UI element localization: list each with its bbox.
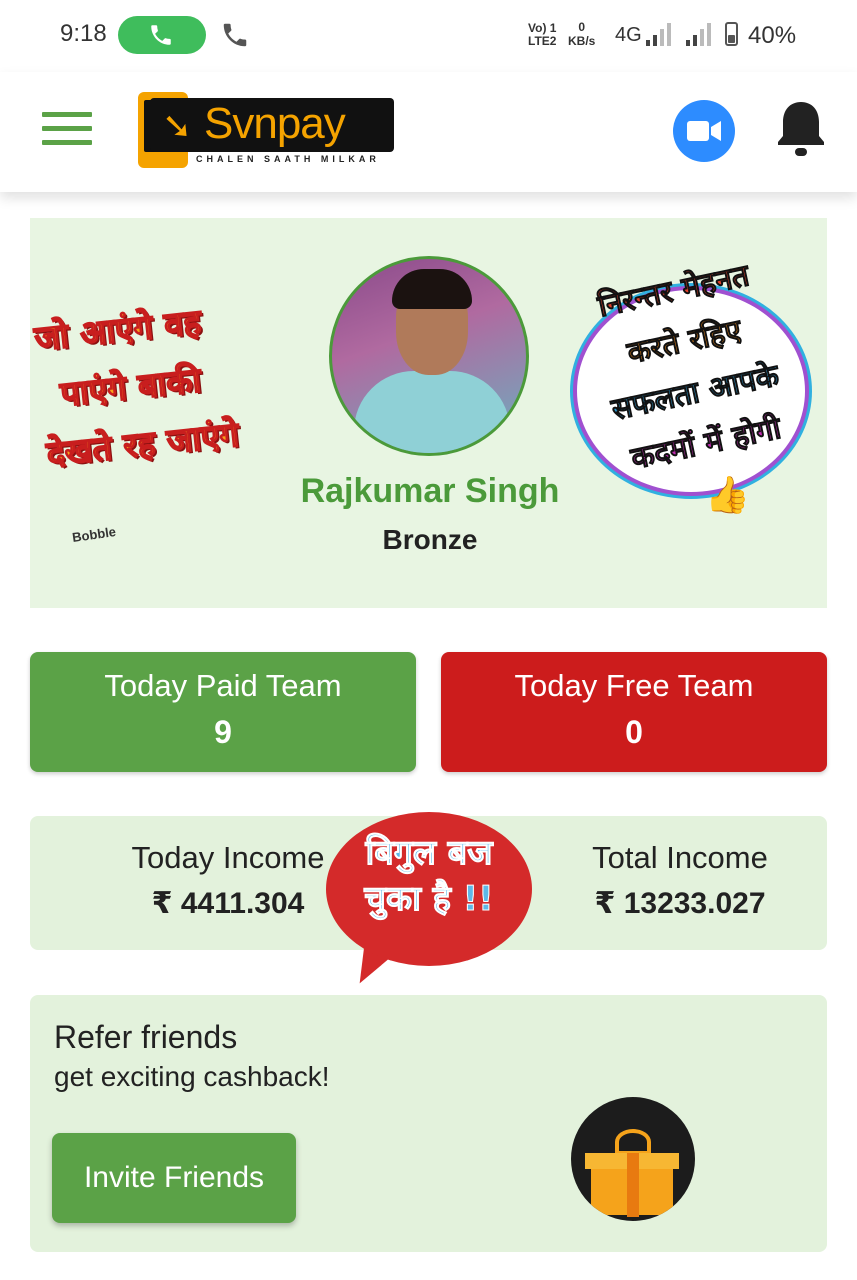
announcement-sticker: बिगुल बज चुका है !!	[326, 812, 536, 994]
today-income: Today Income ₹ 4411.304	[98, 840, 358, 921]
profile-avatar[interactable]	[329, 256, 529, 456]
logo-tagline: CHALEN SAATH MILKAR	[196, 154, 380, 164]
speed-value: 0	[578, 20, 586, 34]
refer-title: Refer friends	[54, 1019, 238, 1055]
call-icon	[151, 25, 171, 45]
ongoing-call-pill[interactable]	[118, 16, 206, 54]
free-team-value: 0	[625, 714, 643, 750]
free-team-label: Today Free Team	[514, 668, 754, 703]
network-type: 4G	[615, 24, 642, 46]
app-header: ➘ Svnpay CHALEN SAATH MILKAR	[0, 72, 857, 192]
volte-line-2: LTE2	[528, 34, 557, 48]
status-time: 9:18	[60, 20, 107, 47]
today-income-value: ₹ 4411.304	[151, 887, 305, 920]
announcement-line-1: बिगुल बज	[365, 833, 493, 874]
video-camera-icon	[687, 121, 721, 141]
refer-subtitle: get exciting cashback!	[54, 1061, 330, 1092]
network-speed: 0 KB/s	[568, 20, 595, 48]
phone-icon	[223, 23, 247, 47]
motivation-sticker-right: निरन्तर मेहनत करते रहिए सफलता आपके कदमों…	[565, 256, 815, 526]
logo-arrow-icon: ➘	[162, 105, 193, 146]
status-bar: 9:18 Vo) 1 LTE2 0 KB/s 4G 40%	[0, 0, 857, 72]
logo-text: Svnpay	[204, 99, 346, 148]
announcement-line-2: चुका है !!	[364, 879, 494, 920]
paid-team-value: 9	[214, 714, 232, 750]
invite-friends-button[interactable]: Invite Friends	[52, 1133, 296, 1223]
motivation-sticker-left: जो आएंगे वह पाएंगे बाकी देखते रह जाएंगे	[32, 282, 319, 483]
video-call-button[interactable]	[673, 100, 735, 162]
menu-icon[interactable]	[42, 112, 92, 148]
battery-percent: 40%	[748, 22, 797, 49]
profile-name: Rajkumar Singh	[300, 472, 560, 510]
svnpay-logo[interactable]: ➘ Svnpay CHALEN SAATH MILKAR	[138, 92, 394, 170]
battery-icon	[725, 22, 738, 46]
paid-team-label: Today Paid Team	[104, 668, 342, 703]
today-paid-team-card[interactable]: Today Paid Team 9	[30, 652, 416, 772]
refer-card: Refer friends get exciting cashback! Inv…	[30, 995, 827, 1252]
total-income-value: ₹ 13233.027	[594, 887, 766, 920]
gift-icon	[571, 1097, 695, 1221]
volte-indicator: Vo) 1 LTE2	[528, 22, 556, 48]
notification-bell-icon[interactable]	[778, 100, 824, 158]
speed-unit: KB/s	[568, 34, 596, 48]
profile-rank: Bronze	[382, 524, 478, 555]
thumbs-up-icon: 👍	[705, 474, 750, 515]
total-income: Total Income ₹ 13233.027	[550, 840, 810, 921]
total-income-label: Total Income	[592, 840, 768, 875]
signal-icon-2	[686, 23, 711, 46]
signal-icon	[646, 23, 671, 46]
today-free-team-card[interactable]: Today Free Team 0	[441, 652, 827, 772]
today-income-label: Today Income	[131, 840, 325, 875]
